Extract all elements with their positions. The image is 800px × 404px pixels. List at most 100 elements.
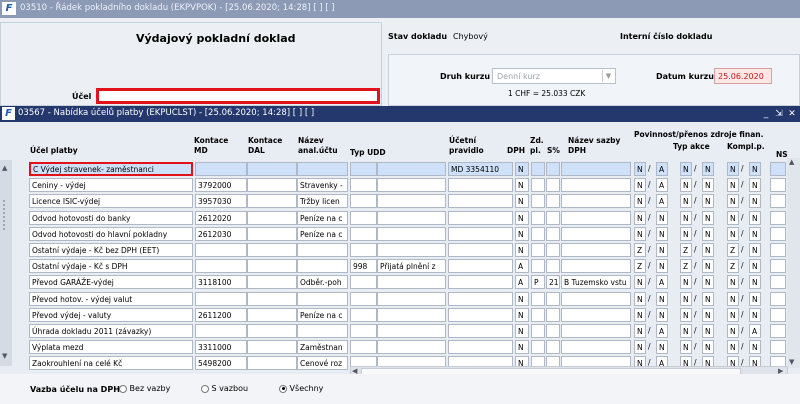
cell-dph[interactable]: N: [515, 194, 529, 209]
flag-cell[interactable]: Z: [634, 243, 646, 257]
flag-cell[interactable]: N: [634, 226, 646, 241]
cell-s-pct[interactable]: 21: [546, 275, 560, 290]
cell-kontace-dal[interactable]: [247, 275, 297, 290]
cell-kontace-md[interactable]: 3118100: [195, 275, 247, 290]
chevron-down-icon[interactable]: ▼: [602, 70, 614, 82]
cell-dph[interactable]: N: [515, 324, 529, 338]
cell-typ-udd-nazev[interactable]: [377, 162, 446, 176]
cell-nazev-sazby[interactable]: [561, 291, 631, 306]
scroll-up-icon[interactable]: ▲: [789, 158, 794, 166]
cell-ns[interactable]: [770, 259, 786, 274]
flag-cell[interactable]: N: [634, 324, 646, 338]
cell-typ-udd-nazev[interactable]: [377, 324, 446, 338]
cell-s-pct[interactable]: [546, 340, 560, 355]
cell-typ-udd[interactable]: [350, 162, 377, 176]
cell-kontace-md[interactable]: 3957030: [195, 194, 247, 209]
flag-cell[interactable]: N: [749, 226, 761, 241]
cell-kontace-md[interactable]: [195, 291, 247, 306]
flag-cell[interactable]: N: [749, 340, 761, 355]
flag-cell[interactable]: N: [727, 226, 739, 241]
radio-vsechny[interactable]: Všechny: [279, 384, 323, 393]
vertical-scrollbar[interactable]: ▲ ▼: [787, 158, 800, 368]
cell-ucetni-pravidlo[interactable]: [448, 259, 513, 274]
flag-cell[interactable]: N: [634, 194, 646, 209]
radio-button[interactable]: [279, 384, 287, 393]
flag-cell[interactable]: N: [656, 243, 668, 257]
cell-kontace-md[interactable]: 3311000: [195, 340, 247, 355]
cell-ucetni-pravidlo[interactable]: [448, 210, 513, 225]
cell-dph[interactable]: N: [515, 243, 529, 257]
cell-kontace-md[interactable]: 2612020: [195, 210, 247, 225]
cell-dph[interactable]: N: [515, 226, 529, 241]
cell-dph[interactable]: N: [515, 162, 529, 176]
cell-nazev-sazby[interactable]: [561, 194, 631, 209]
cell-kontace-md[interactable]: 3792000: [195, 178, 247, 193]
flag-cell[interactable]: N: [634, 210, 646, 225]
cell-typ-udd-nazev[interactable]: [377, 243, 446, 257]
cell-kontace-md[interactable]: 2611200: [195, 307, 247, 322]
cell-ucel-platby[interactable]: Odvod hotovosti do hlavní pokladny: [29, 226, 193, 241]
cell-typ-udd-nazev[interactable]: [377, 340, 446, 355]
cell-nazev-anal[interactable]: Peníze na c: [297, 226, 348, 241]
cell-s-pct[interactable]: [546, 291, 560, 306]
flag-cell[interactable]: N: [702, 243, 714, 257]
cell-typ-udd-nazev[interactable]: [377, 178, 446, 193]
cell-dph[interactable]: A: [515, 259, 529, 274]
flag-cell[interactable]: N: [680, 162, 692, 176]
cell-ns[interactable]: [770, 178, 786, 193]
flag-cell[interactable]: N: [749, 275, 761, 290]
cell-ucel-platby[interactable]: Převod GARÁŽE-výdej: [29, 275, 193, 290]
cell-dph[interactable]: N: [515, 340, 529, 355]
cell-ucel-platby[interactable]: Úhrada dokladu 2011 (závazky): [29, 324, 193, 338]
flag-cell[interactable]: N: [749, 210, 761, 225]
radio-button[interactable]: [201, 384, 209, 393]
cell-ucel-platby[interactable]: Ceniny - výdej: [29, 178, 193, 193]
cell-ucel-platby[interactable]: Převod výdej - valuty: [29, 307, 193, 322]
cell-nazev-anal[interactable]: [297, 324, 348, 338]
cell-ns[interactable]: [770, 324, 786, 338]
cell-kontace-dal[interactable]: [247, 226, 297, 241]
cell-ns[interactable]: [770, 162, 786, 176]
flag-cell[interactable]: N: [749, 162, 761, 176]
flag-cell[interactable]: A: [656, 178, 668, 193]
cell-zd-pl[interactable]: [531, 243, 545, 257]
flag-cell[interactable]: N: [656, 291, 668, 306]
cell-kontace-md[interactable]: 5498200: [195, 356, 247, 371]
cell-ucetni-pravidlo[interactable]: [448, 275, 513, 290]
flag-cell[interactable]: N: [727, 178, 739, 193]
cell-ucel-platby[interactable]: Ostatní výdaje - Kč s DPH: [29, 259, 193, 274]
flag-cell[interactable]: Z: [727, 259, 739, 274]
flag-cell[interactable]: N: [656, 210, 668, 225]
cell-zd-pl[interactable]: [531, 324, 545, 338]
flag-cell[interactable]: N: [749, 178, 761, 193]
flag-cell[interactable]: A: [656, 275, 668, 290]
flag-cell[interactable]: N: [727, 291, 739, 306]
cell-typ-udd[interactable]: [350, 194, 377, 209]
cell-kontace-md[interactable]: [195, 259, 247, 274]
flag-cell[interactable]: N: [680, 178, 692, 193]
cell-ns[interactable]: [770, 226, 786, 241]
flag-cell[interactable]: N: [702, 162, 714, 176]
cell-typ-udd-nazev[interactable]: [377, 291, 446, 306]
cell-s-pct[interactable]: [546, 307, 560, 322]
cell-nazev-anal[interactable]: Stravenky -: [297, 178, 348, 193]
cell-zd-pl[interactable]: [531, 291, 545, 306]
flag-cell[interactable]: N: [656, 307, 668, 322]
cell-typ-udd[interactable]: [350, 178, 377, 193]
flag-cell[interactable]: N: [634, 291, 646, 306]
cell-ucel-platby[interactable]: Ostatní výdaje - Kč bez DPH (EET): [29, 243, 193, 257]
flag-cell[interactable]: N: [634, 275, 646, 290]
cell-nazev-anal[interactable]: Peníze na c: [297, 307, 348, 322]
flag-cell[interactable]: Z: [680, 243, 692, 257]
cell-nazev-sazby[interactable]: [561, 210, 631, 225]
flag-cell[interactable]: N: [749, 291, 761, 306]
cell-ns[interactable]: [770, 291, 786, 306]
radio-button[interactable]: [119, 384, 127, 393]
close-icon[interactable]: ✕: [786, 107, 798, 121]
cell-ns[interactable]: [770, 275, 786, 290]
flag-cell[interactable]: N: [656, 226, 668, 241]
cell-zd-pl[interactable]: [531, 307, 545, 322]
cell-zd-pl[interactable]: [531, 162, 545, 176]
cell-nazev-anal[interactable]: [297, 162, 348, 176]
cell-zd-pl[interactable]: [531, 178, 545, 193]
